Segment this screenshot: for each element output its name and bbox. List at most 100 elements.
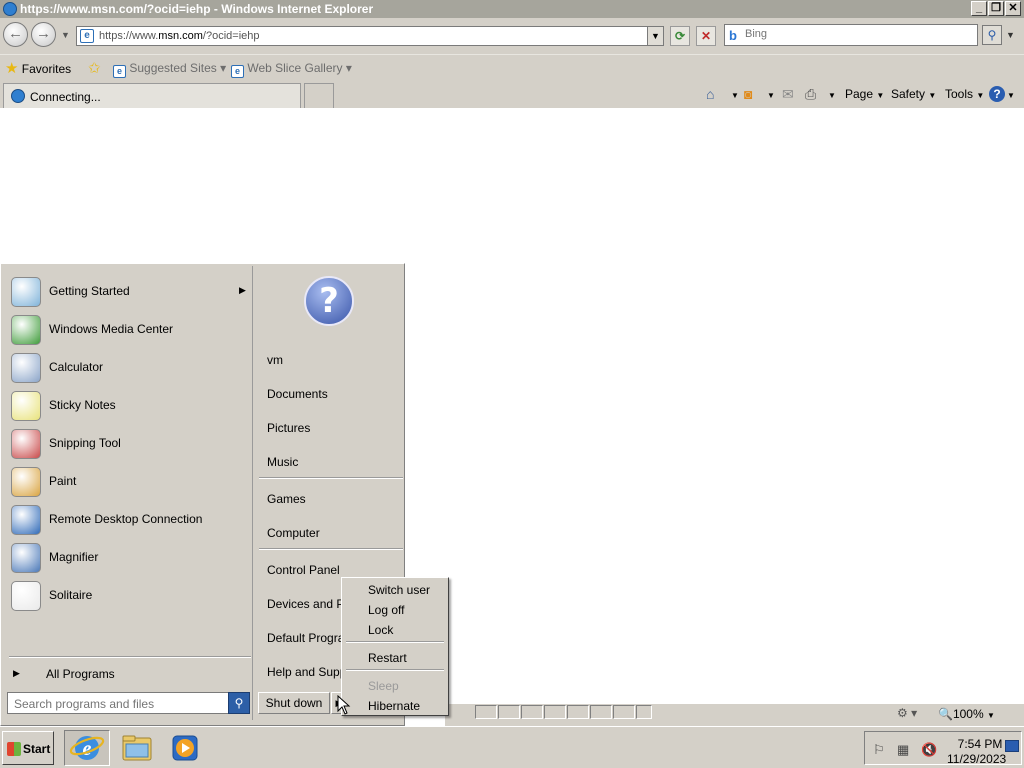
status-cell (636, 705, 652, 719)
restore-button[interactable]: ❐ (988, 1, 1004, 16)
home-dropdown[interactable]: ▼ (731, 91, 739, 100)
stop-button[interactable]: ✕ (696, 26, 716, 46)
protected-mode-icon[interactable]: ⚙ ▾ (897, 706, 929, 722)
zoom-level-button[interactable]: 🔍100% ▼ (938, 707, 995, 721)
remote-desktop-icon (11, 505, 41, 535)
loading-icon (11, 89, 25, 103)
program-label: Calculator (49, 360, 104, 374)
suggested-sites-link[interactable]: e Suggested Sites ▾ (113, 61, 226, 78)
place-devices-and-printers[interactable]: Devices and Pri (267, 597, 351, 611)
taskbar: Start e ⚐ ▦ 🔇 7:54 PM 11/29/2023 (0, 726, 1024, 768)
submenu-arrow-icon[interactable]: ▶ (239, 285, 246, 296)
new-tab-button[interactable] (304, 83, 334, 108)
start-search-icon[interactable]: ⚲ (228, 692, 250, 714)
forward-button[interactable]: → (31, 22, 56, 47)
help-dropdown[interactable]: ▼ (1007, 91, 1015, 100)
tab-active[interactable]: Connecting... (3, 83, 301, 108)
recent-pages-dropdown[interactable]: ▼ (61, 30, 70, 40)
mouse-cursor-icon (337, 695, 351, 715)
sticky-notes-icon (11, 391, 41, 421)
start-search-box[interactable] (7, 692, 229, 714)
folder-icon (122, 735, 152, 761)
program-item[interactable]: Paint (9, 464, 249, 500)
restart-menu-item[interactable]: Restart (368, 651, 407, 665)
address-bar[interactable]: e https://www.msn.com/?ocid=iehp ▼ (76, 26, 664, 46)
minimize-button[interactable]: _ (971, 1, 987, 16)
program-label: Sticky Notes (49, 398, 116, 412)
search-box[interactable]: b (724, 24, 978, 46)
all-programs-button[interactable]: ▶ All Programs (9, 664, 249, 684)
safety-menu-button[interactable]: Safety ▼ (891, 87, 936, 101)
back-button[interactable]: ← (3, 22, 28, 47)
feeds-icon[interactable]: ◙ (744, 86, 752, 102)
help-icon[interactable]: ? (989, 86, 1005, 102)
program-item[interactable]: Remote Desktop Connection (9, 502, 249, 538)
clock-date[interactable]: 11/29/2023 (947, 752, 1006, 766)
solitaire-icon (11, 581, 41, 611)
program-item[interactable]: Sticky Notes (9, 388, 249, 424)
print-dropdown[interactable]: ▼ (828, 91, 836, 100)
page-menu-button[interactable]: Page ▼ (845, 87, 884, 101)
program-item[interactable]: Magnifier (9, 540, 249, 576)
taskbar-windows-explorer[interactable] (114, 730, 160, 766)
place-user-folder[interactable]: vm (267, 353, 283, 367)
web-slice-gallery-link[interactable]: e Web Slice Gallery ▾ (231, 61, 352, 78)
status-cell (590, 705, 612, 719)
page-icon: e (80, 29, 94, 43)
home-icon[interactable]: ⌂ (706, 86, 714, 102)
calculator-icon (11, 353, 41, 383)
place-control-panel[interactable]: Control Panel (267, 563, 340, 577)
program-item[interactable]: Solitaire (9, 578, 249, 614)
program-item[interactable]: Windows Media Center (9, 312, 249, 348)
place-music[interactable]: Music (267, 455, 298, 469)
place-pictures[interactable]: Pictures (267, 421, 310, 435)
lock-menu-item[interactable]: Lock (368, 623, 393, 637)
refresh-button[interactable]: ⟳ (670, 26, 690, 46)
taskbar-windows-media-player[interactable] (162, 730, 208, 766)
search-options-dropdown[interactable]: ▼ (1006, 30, 1015, 40)
snipping-tool-icon (11, 429, 41, 459)
program-label: Paint (49, 474, 77, 488)
tools-menu-button[interactable]: Tools ▼ (945, 87, 984, 101)
add-to-favorites-bar-icon[interactable]: ✩ (88, 59, 101, 77)
place-documents[interactable]: Documents (267, 387, 328, 401)
print-icon[interactable]: ⎙ (805, 86, 816, 103)
taskbar-internet-explorer[interactable]: e (64, 730, 110, 766)
shutdown-button[interactable]: Shut down (258, 692, 330, 714)
program-item[interactable]: Calculator (9, 350, 249, 386)
favorites-star-icon: ★ (5, 60, 19, 77)
status-cell (567, 705, 589, 719)
close-window-button[interactable]: ✕ (1005, 1, 1021, 16)
start-button[interactable]: Start (2, 731, 54, 765)
clock-time[interactable]: 7:54 PM (955, 737, 1005, 751)
page-icon: e (231, 65, 244, 78)
search-button[interactable]: ⚲ (982, 25, 1002, 45)
place-default-programs[interactable]: Default Prograr (267, 631, 348, 645)
switch-user-menu-item[interactable]: Switch user (368, 583, 430, 597)
address-url[interactable]: https://www.msn.com/?ocid=iehp (99, 30, 260, 42)
program-item[interactable]: Snipping Tool (9, 426, 249, 462)
user-picture[interactable]: ? (304, 276, 354, 326)
read-mail-icon[interactable]: ✉ (782, 86, 794, 103)
tab-label: Connecting... (30, 90, 101, 104)
feeds-dropdown[interactable]: ▼ (767, 91, 775, 100)
place-games[interactable]: Games (267, 492, 306, 506)
search-input[interactable] (745, 28, 965, 40)
windows-media-center-icon (11, 315, 41, 345)
address-dropdown-button[interactable]: ▼ (647, 27, 663, 45)
favorites-bar: ★ Favorites ✩ e Suggested Sites ▾ e Web … (0, 54, 1024, 82)
sleep-menu-item: Sleep (368, 679, 399, 693)
divider (346, 641, 444, 643)
start-search-input[interactable] (14, 697, 224, 711)
network-icon[interactable]: ▦ (897, 742, 909, 758)
favorites-button[interactable]: ★ Favorites (5, 59, 71, 77)
action-center-flag-icon[interactable]: ⚐ (873, 742, 885, 758)
volume-muted-icon[interactable]: 🔇 (921, 742, 937, 758)
place-computer[interactable]: Computer (267, 526, 320, 540)
log-off-menu-item[interactable]: Log off (368, 603, 404, 617)
hibernate-menu-item[interactable]: Hibernate (368, 699, 420, 713)
show-desktop-icon[interactable] (1005, 740, 1019, 752)
status-cell (613, 705, 635, 719)
internet-explorer-icon: e (69, 736, 105, 760)
program-item[interactable]: Getting Started ▶ (9, 274, 249, 310)
